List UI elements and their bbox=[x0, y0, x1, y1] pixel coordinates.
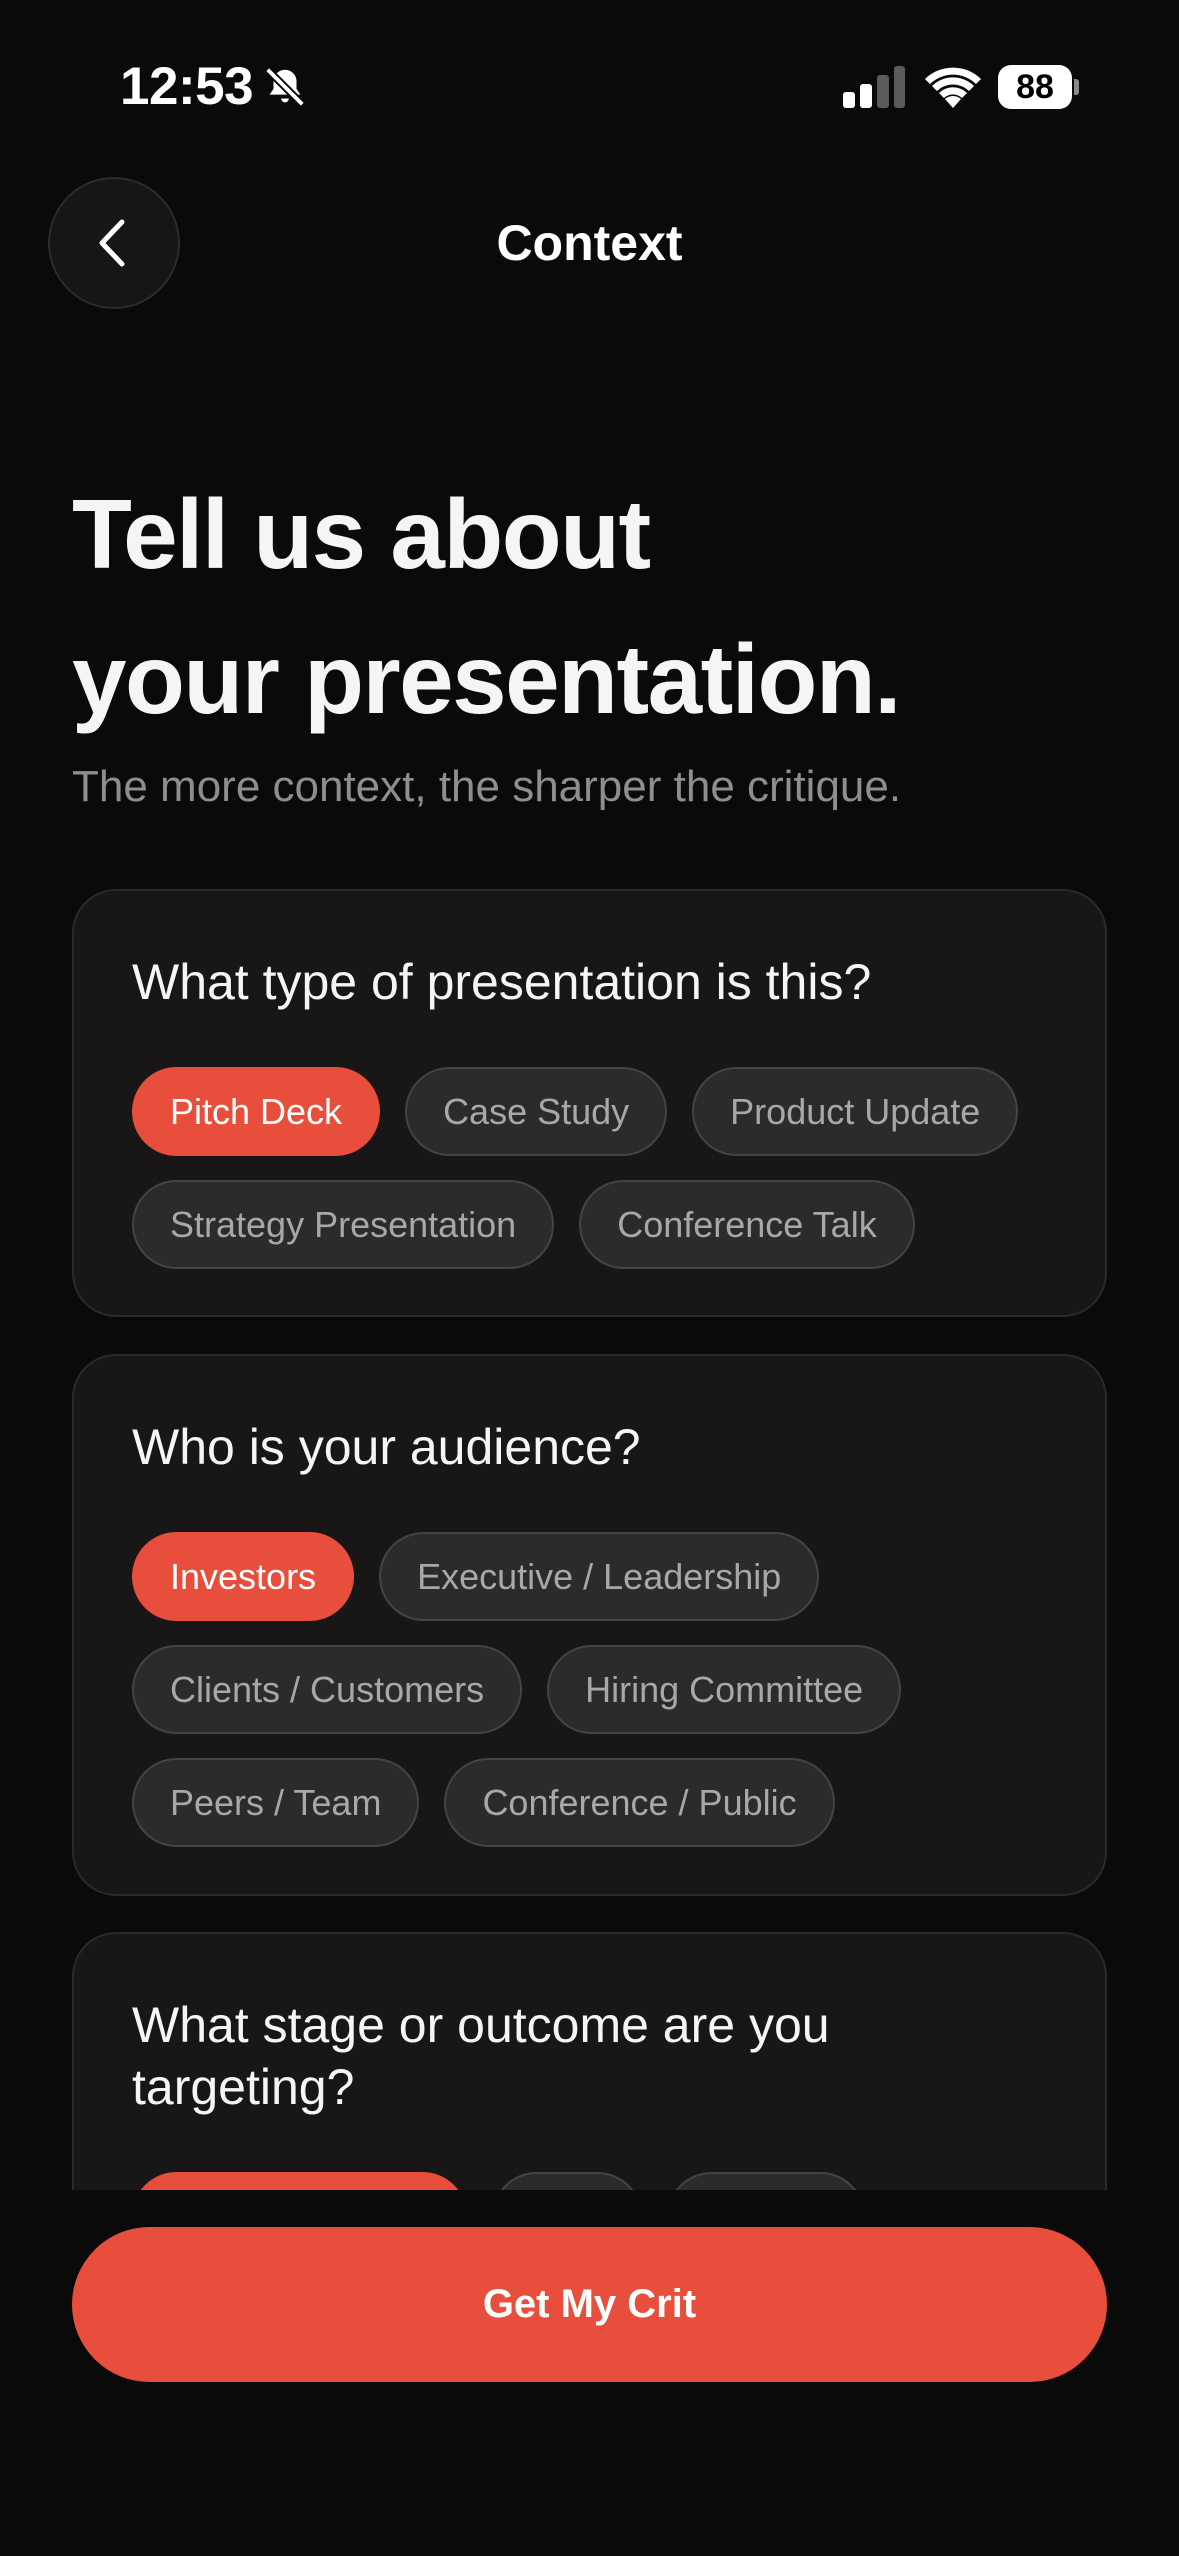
status-time: 12:53 bbox=[120, 57, 254, 116]
option-investors[interactable]: Investors bbox=[132, 1532, 355, 1621]
get-my-crit-button[interactable]: Get My Crit bbox=[72, 2227, 1107, 2382]
signal-icon bbox=[843, 66, 905, 108]
headline: Tell us about your presentation. bbox=[72, 462, 1112, 752]
option-pitch-deck[interactable]: Pitch Deck bbox=[132, 1067, 381, 1156]
option-peers-team[interactable]: Peers / Team bbox=[132, 1758, 420, 1847]
screen: 12:53 88 Context Tell us about your pres… bbox=[0, 0, 1179, 2556]
audience-card: Who is your audience? Investors Executiv… bbox=[72, 1354, 1107, 1896]
question-audience: Who is your audience? bbox=[132, 1419, 641, 1475]
question-presentation-type: What type of presentation is this? bbox=[132, 954, 872, 1010]
option-hiring-committee[interactable]: Hiring Committee bbox=[547, 1645, 902, 1734]
option-conference-public[interactable]: Conference / Public bbox=[444, 1758, 835, 1847]
wifi-icon bbox=[925, 67, 981, 108]
bell-slash-icon bbox=[265, 67, 305, 107]
presentation-type-card: What type of presentation is this? Pitch… bbox=[72, 889, 1107, 1317]
option-case-study[interactable]: Case Study bbox=[405, 1067, 668, 1156]
option-strategy-presentation[interactable]: Strategy Presentation bbox=[132, 1180, 555, 1269]
option-clients-customers[interactable]: Clients / Customers bbox=[132, 1645, 523, 1734]
option-product-update[interactable]: Product Update bbox=[692, 1067, 1019, 1156]
headline-line-2: your presentation. bbox=[72, 624, 901, 734]
option-executive-leadership[interactable]: Executive / Leadership bbox=[379, 1532, 820, 1621]
option-conference-talk[interactable]: Conference Talk bbox=[579, 1180, 915, 1269]
presentation-type-options: Pitch Deck Case Study Product Update Str… bbox=[132, 1067, 1047, 1269]
status-bar: 12:53 88 bbox=[0, 0, 1179, 170]
subtitle: The more context, the sharper the critiq… bbox=[72, 762, 902, 811]
headline-line-1: Tell us about bbox=[72, 479, 651, 589]
question-stage-outcome: What stage or outcome are you targeting? bbox=[132, 1997, 830, 2115]
page-title: Context bbox=[496, 215, 683, 271]
audience-options: Investors Executive / Leadership Clients… bbox=[132, 1532, 1047, 1847]
battery-level: 88 bbox=[1016, 68, 1054, 106]
battery-icon: 88 bbox=[998, 65, 1079, 109]
